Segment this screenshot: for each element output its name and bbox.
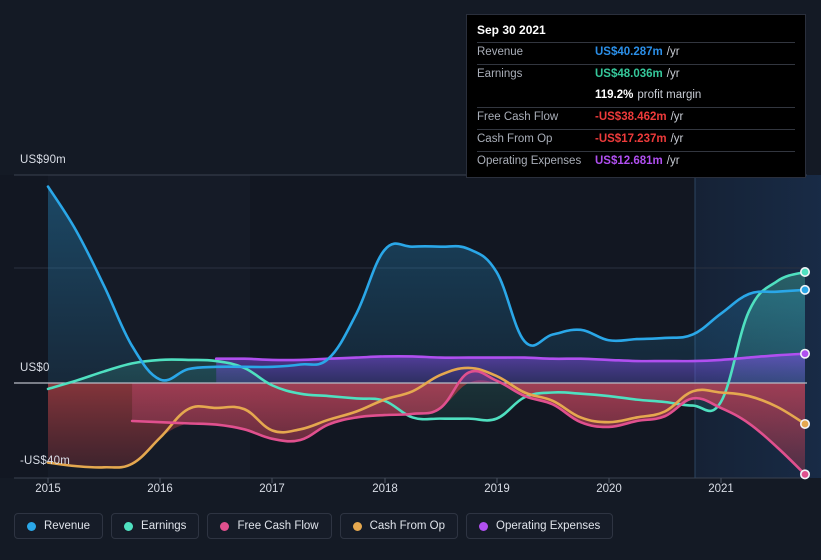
legend-color-dot-icon bbox=[124, 521, 134, 531]
legend-color-dot-icon bbox=[352, 521, 362, 531]
legend-item-label: Revenue bbox=[44, 520, 91, 532]
chart-legend[interactable]: Revenue Earnings Free Cash Flow Cash From O… bbox=[14, 513, 614, 539]
legend-item-operating-expenses[interactable]: Operating Expenses bbox=[466, 513, 614, 539]
legend-item-label: Earnings bbox=[141, 520, 187, 532]
tooltip-row-value: US$48.036m bbox=[595, 68, 663, 80]
tooltip-row-unit: /yr bbox=[670, 111, 684, 123]
legend-item-label: Free Cash Flow bbox=[237, 520, 319, 532]
tooltip-row-label: Free Cash Flow bbox=[477, 111, 559, 123]
tooltip-row-value: -US$17.237m bbox=[595, 133, 667, 145]
tooltip-row-label: Revenue bbox=[477, 46, 524, 58]
legend-item-label: Operating Expenses bbox=[496, 520, 601, 532]
tooltip-row: Cash From Op -US$17.237m/yr bbox=[477, 129, 795, 151]
tooltip-row-unit: profit margin bbox=[637, 89, 702, 101]
x-axis-tick-2021: 2021 bbox=[708, 483, 734, 495]
tooltip-row-label: Earnings bbox=[477, 68, 523, 80]
tooltip-row-unit: /yr bbox=[666, 46, 680, 58]
x-axis-tick-2019: 2019 bbox=[484, 483, 510, 495]
legend-item-revenue[interactable]: Revenue bbox=[14, 513, 104, 539]
financial-performance-chart: US$90m US$0 -US$40m 2015 2016 2017 2018 2019… bbox=[0, 0, 821, 560]
y-axis-label-zero: US$0 bbox=[20, 362, 50, 374]
tooltip-row: Revenue US$40.287m/yr bbox=[477, 42, 795, 64]
x-axis-tick-2016: 2016 bbox=[147, 483, 173, 495]
legend-item-free-cash-flow[interactable]: Free Cash Flow bbox=[207, 513, 332, 539]
x-axis-tick-2015: 2015 bbox=[35, 483, 61, 495]
tooltip-rows: Revenue US$40.287m/yr Earnings US$48.036m/y… bbox=[477, 42, 795, 173]
tooltip-row: Free Cash Flow -US$38.462m/yr bbox=[477, 107, 795, 129]
tooltip-row: Operating Expenses US$12.681m/yr bbox=[477, 151, 795, 173]
tooltip-row-label: Cash From Op bbox=[477, 133, 553, 145]
tooltip-row-label: Operating Expenses bbox=[477, 155, 582, 167]
y-axis-label-bottom: -US$40m bbox=[20, 455, 70, 467]
x-axis-tick-2017: 2017 bbox=[259, 483, 285, 495]
tooltip-date: Sep 30 2021 bbox=[477, 23, 546, 37]
tooltip-row-value: 119.2% bbox=[595, 89, 634, 101]
legend-color-dot-icon bbox=[220, 521, 230, 531]
x-axis-tick-2018: 2018 bbox=[372, 483, 398, 495]
x-axis-tick-2020: 2020 bbox=[596, 483, 622, 495]
legend-color-dot-icon bbox=[27, 521, 36, 531]
tooltip-row-value: US$40.287m bbox=[595, 46, 663, 58]
tooltip-row-unit: /yr bbox=[666, 68, 680, 80]
tooltip-row-value: US$12.681m bbox=[595, 155, 663, 167]
tooltip-row-unit: /yr bbox=[670, 133, 684, 145]
legend-color-dot-icon bbox=[479, 521, 489, 531]
tooltip-row-value: -US$38.462m bbox=[595, 111, 667, 123]
legend-item-label: Cash From Op bbox=[369, 520, 446, 532]
legend-item-cash-from-op[interactable]: Cash From Op bbox=[339, 513, 459, 539]
legend-item-earnings[interactable]: Earnings bbox=[111, 513, 200, 539]
tooltip-row-unit: /yr bbox=[666, 155, 680, 167]
tooltip-row: Earnings US$48.036m/yr bbox=[477, 64, 795, 86]
tooltip-row: 119.2% profit margin bbox=[477, 86, 795, 107]
y-axis-label-top: US$90m bbox=[20, 154, 66, 166]
chart-tooltip: Sep 30 2021 Revenue US$40.287m/yr Earnings… bbox=[466, 14, 806, 178]
